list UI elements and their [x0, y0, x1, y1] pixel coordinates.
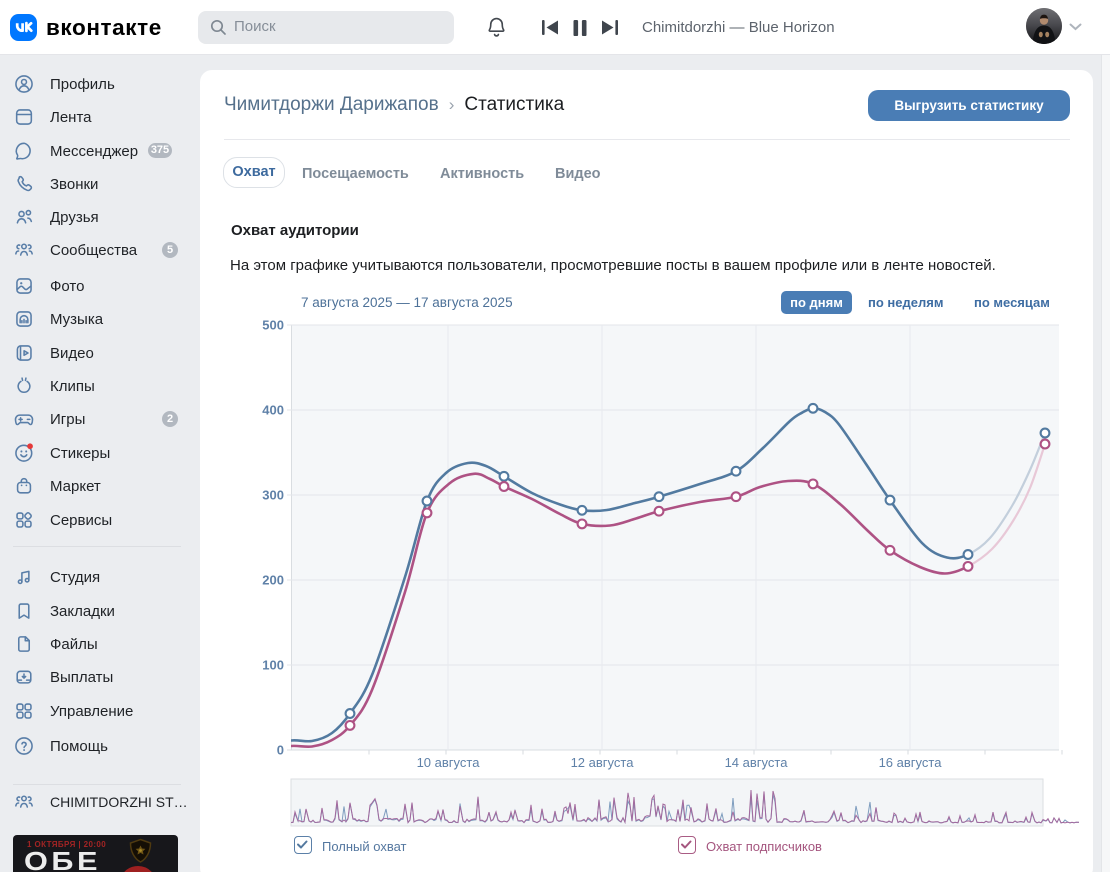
svg-text:12 августа: 12 августа: [571, 755, 635, 770]
svg-text:200: 200: [262, 573, 284, 588]
svg-text:500: 500: [262, 318, 284, 333]
svg-text:14 августа: 14 августа: [725, 755, 789, 770]
svg-text:0: 0: [277, 743, 284, 758]
svg-text:400: 400: [262, 403, 284, 418]
svg-text:100: 100: [262, 658, 284, 673]
svg-text:16 августа: 16 августа: [879, 755, 943, 770]
svg-text:300: 300: [262, 488, 284, 503]
svg-text:10 августа: 10 августа: [417, 755, 481, 770]
